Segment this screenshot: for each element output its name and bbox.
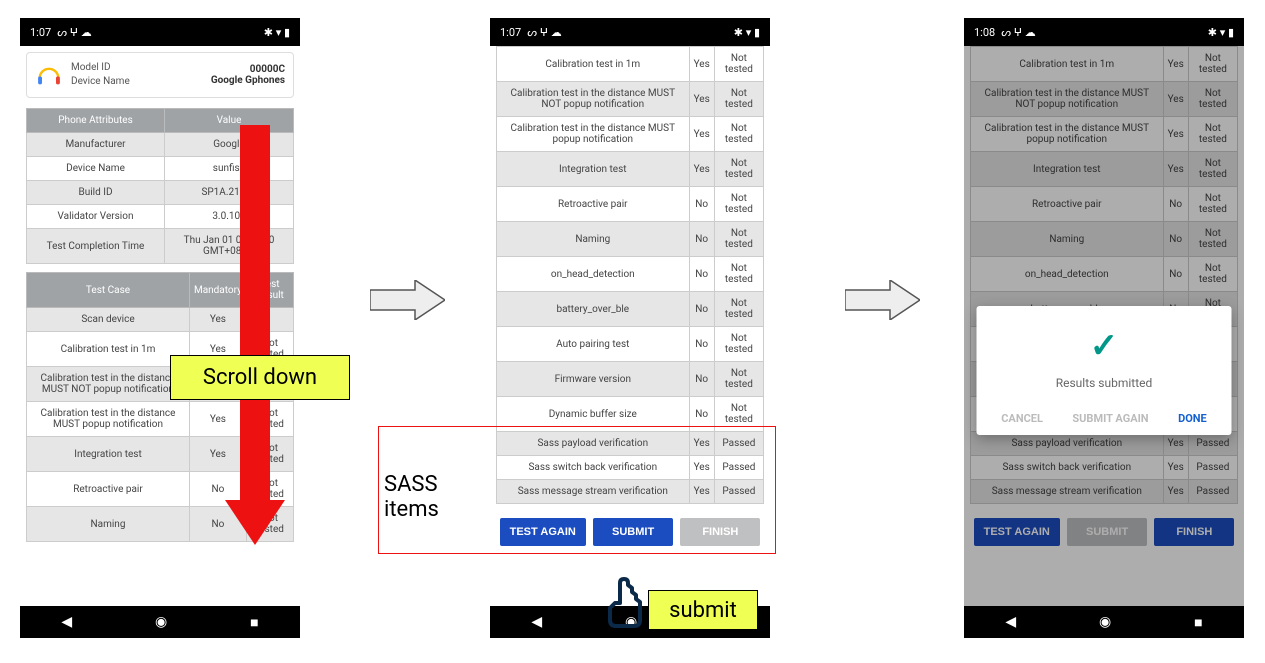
model-id-label: Model ID [71,61,130,75]
transition-arrow-icon [370,280,445,320]
status-icons-left: ᔕ ⵖ ☁ [527,26,562,39]
test-row: Retroactive pairNoNot tested [497,187,764,222]
submit-annotation: submit [648,590,758,630]
back-icon[interactable]: ◀ [531,614,542,630]
sass-items-annotation: SASS items [384,472,439,522]
device-name-label: Device Name [71,75,130,89]
scroll-down-arrow-icon [225,125,285,545]
device-card: Model ID Device Name 00000C Google Gphon… [26,52,294,98]
test-row: Calibration test in 1mYesNot tested [497,47,764,82]
test-row: Calibration test in the distance MUST NO… [497,82,764,117]
test-row: Integration testYesNot tested [497,152,764,187]
test-row: Auto pairing testNoNot tested [497,327,764,362]
dialog-done[interactable]: DONE [1178,412,1207,425]
test-row: battery_over_bleNoNot tested [497,292,764,327]
device-name-value: Google Gphones [211,75,285,86]
clock: 1:07 [30,26,51,39]
nav-bar: ◀ ◉ ■ [964,606,1244,638]
test-row: Firmware versionNoNot tested [497,362,764,397]
dialog-cancel[interactable]: CANCEL [1001,412,1043,425]
home-icon[interactable]: ◉ [155,614,167,630]
recent-icon[interactable]: ■ [250,614,258,631]
clock: 1:07 [500,26,521,39]
scroll-down-annotation: Scroll down [170,355,350,400]
nav-bar: ◀ ◉ ■ [20,606,300,638]
back-icon[interactable]: ◀ [1005,614,1016,630]
back-icon[interactable]: ◀ [61,614,72,630]
status-icons-right: ✱ ▾ ▮ [734,26,760,39]
pointer-hand-icon [600,575,650,630]
status-bar: 1:07 ᔕ ⵖ ☁ ✱ ▾ ▮ [490,18,770,46]
test-row: NamingNoNot tested [497,222,764,257]
status-icons-left: ᔕ ⵖ ☁ [57,26,92,39]
model-id-value: 00000C [211,64,285,75]
clock: 1:08 [974,26,995,39]
recent-icon[interactable]: ■ [1194,614,1202,631]
status-bar: 1:07 ᔕ ⵖ ☁ ✱ ▾ ▮ [20,18,300,46]
status-icons-left: ᔕ ⵖ ☁ [1001,26,1036,39]
home-icon[interactable]: ◉ [1099,614,1111,630]
test-row: Calibration test in the distance MUST po… [497,117,764,152]
dialog-message: Results submitted [987,376,1222,390]
status-icons-right: ✱ ▾ ▮ [1208,26,1234,39]
transition-arrow-icon [845,280,920,320]
phone-content-3: Calibration test in 1mYesNot tested Cali… [964,46,1244,606]
status-icons-right: ✱ ▾ ▮ [264,26,290,39]
check-icon: ✓ [987,326,1222,366]
test-row: on_head_detectionNoNot tested [497,257,764,292]
headphones-icon [35,61,63,89]
phone-3: 1:08 ᔕ ⵖ ☁ ✱ ▾ ▮ Calibration test in 1mYe… [964,18,1244,638]
results-dialog: ✓ Results submitted CANCEL SUBMIT AGAIN … [977,306,1232,435]
attr-header-1: Phone Attributes [27,109,165,133]
dialog-submit-again[interactable]: SUBMIT AGAIN [1072,412,1148,425]
status-bar: 1:08 ᔕ ⵖ ☁ ✱ ▾ ▮ [964,18,1244,46]
